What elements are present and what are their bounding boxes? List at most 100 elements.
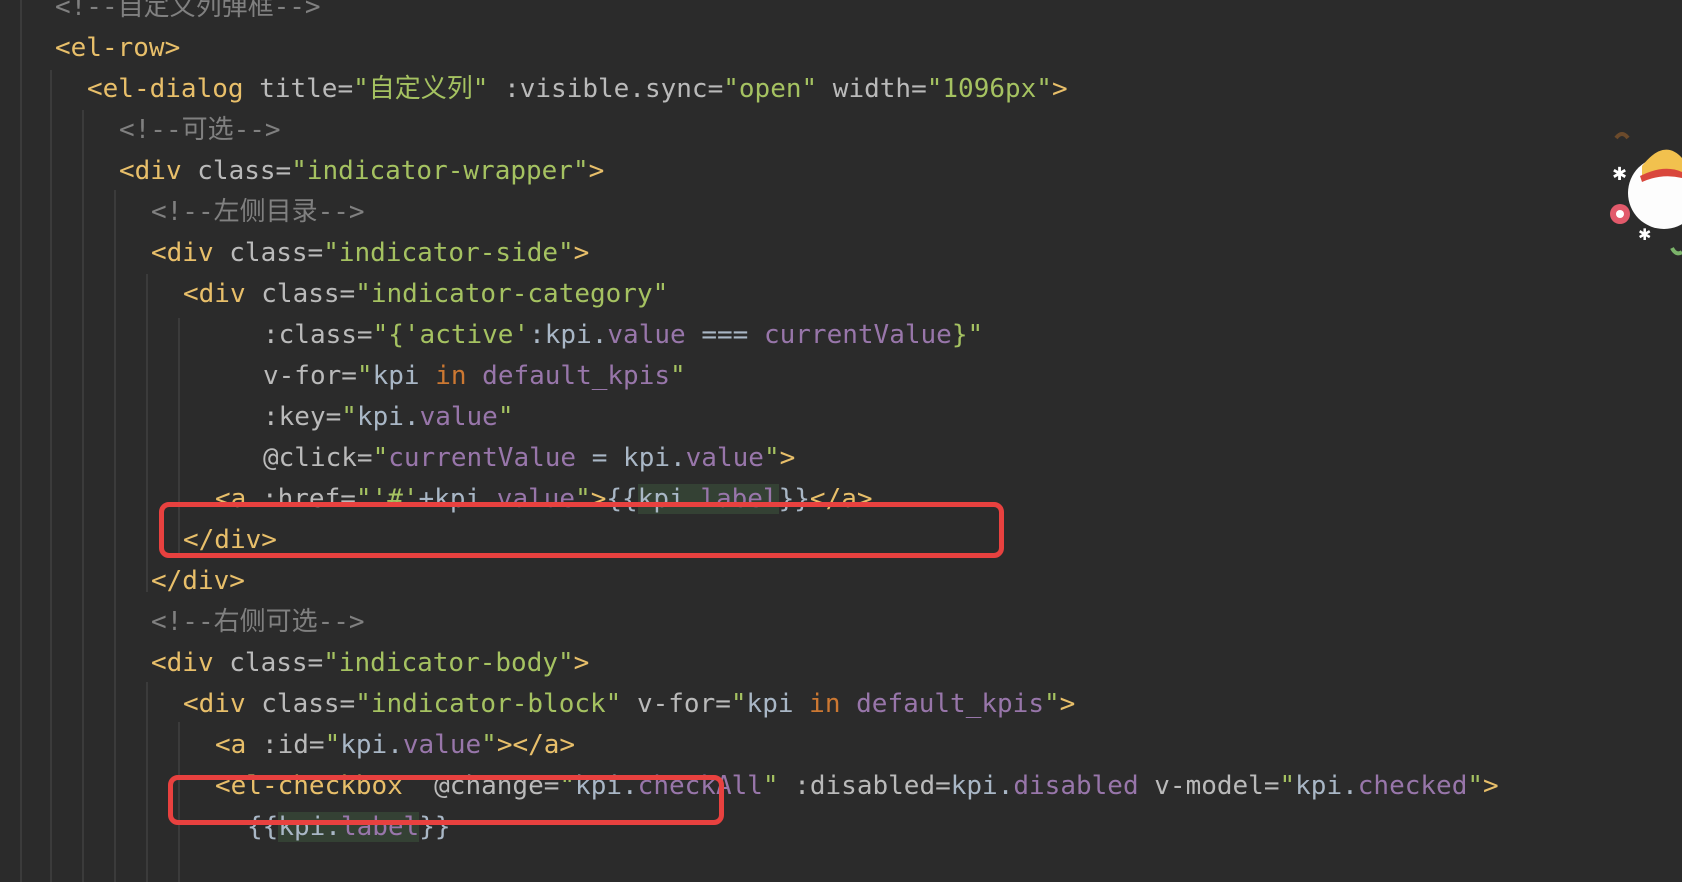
code-line[interactable]: <!--左侧目录-->: [151, 190, 365, 234]
code-token: <a: [215, 730, 262, 760]
code-token: <el-row>: [55, 33, 181, 63]
code-token: title=: [259, 74, 354, 104]
code-token: v-for=: [621, 689, 731, 719]
code-token: currentValue: [388, 443, 577, 473]
code-token: = kpi.: [576, 443, 686, 473]
code-line[interactable]: @click="currentValue = kpi.value">: [263, 436, 795, 480]
code-token: ": [481, 730, 497, 760]
code-token: kpi.: [356, 402, 420, 432]
code-token: >: [1483, 771, 1499, 801]
code-token: class=: [261, 279, 356, 309]
code-token: <!--右侧可选-->: [151, 607, 365, 637]
code-line[interactable]: <div class="indicator-side">: [151, 231, 589, 275]
code-token: <el-dialog: [87, 74, 260, 104]
code-editor[interactable]: <!--自定义列弹框--> <el-row> <el-dialog title="自…: [0, 0, 1682, 882]
code-token: >: [1059, 689, 1076, 719]
code-token: v-model=: [1138, 771, 1280, 801]
code-token: ": [372, 443, 389, 473]
code-line[interactable]: :class="{'active':kpi.value === currentV…: [263, 313, 983, 357]
code-token: :id=: [261, 730, 325, 760]
code-lines[interactable]: <!--自定义列弹框--> <el-row> <el-dialog title="自…: [0, 0, 1682, 882]
code-line[interactable]: <div class="indicator-category": [183, 272, 668, 316]
code-token: in: [435, 361, 467, 391]
code-token: ": [730, 689, 747, 719]
code-line[interactable]: v-for="kpi in default_kpis": [263, 354, 686, 398]
code-token: in: [809, 689, 841, 719]
code-line[interactable]: </div>: [151, 559, 245, 603]
code-token: kpi.: [340, 730, 403, 760]
code-line[interactable]: <!--可选-->: [119, 108, 281, 152]
code-line[interactable]: <!--自定义列弹框-->: [55, 0, 321, 29]
highlight-box-anchor-id: [168, 775, 724, 825]
indent-guide: [20, 0, 22, 882]
code-token: ": [670, 361, 686, 391]
code-token: kpi.: [950, 771, 1014, 801]
code-token: "indicator-category": [355, 279, 669, 309]
code-line[interactable]: <div class="indicator-wrapper">: [119, 149, 604, 193]
code-token: "1096px": [926, 74, 1052, 104]
code-token: ": [324, 730, 341, 760]
code-token: :kpi.: [529, 320, 608, 350]
code-line[interactable]: <el-dialog title="自定义列" :visible.sync="o…: [87, 67, 1068, 111]
code-token: }": [951, 320, 984, 350]
code-token: ></a>: [496, 730, 576, 760]
code-token: ": [341, 402, 357, 432]
code-token: 'active': [403, 320, 530, 350]
code-token: "indicator-side": [323, 238, 574, 268]
code-token: class=: [197, 156, 292, 186]
code-token: default_kpis: [840, 689, 1044, 719]
code-token: ": [1279, 771, 1296, 801]
code-token: >: [573, 648, 590, 678]
code-token: <div: [151, 648, 230, 678]
code-token: ": [762, 771, 779, 801]
code-token: <!--自定义列弹框-->: [55, 0, 321, 22]
code-token: value: [402, 730, 482, 760]
code-token: :visible.sync=: [488, 74, 724, 104]
indent-guide: [50, 70, 52, 882]
code-token: </div>: [151, 566, 245, 596]
code-token: "{: [372, 320, 404, 350]
code-token: "自定义列": [353, 74, 489, 104]
anime-mascot-icon: ✱ ✱: [1610, 132, 1682, 256]
code-token: checked: [1357, 771, 1468, 801]
indent-guide: [82, 110, 84, 882]
code-token: ": [497, 402, 514, 432]
code-token: ": [1043, 689, 1060, 719]
code-token: width=: [817, 74, 927, 104]
svg-text:✱: ✱: [1612, 164, 1627, 185]
code-token: v-for=: [263, 361, 357, 391]
code-token: >: [588, 156, 605, 186]
code-token: kpi: [746, 689, 810, 719]
code-token: <div: [151, 238, 230, 268]
code-token: default_kpis: [466, 361, 671, 391]
code-line[interactable]: <!--右侧可选-->: [151, 600, 365, 644]
code-token: "indicator-block": [355, 689, 622, 719]
code-token: value: [685, 443, 764, 473]
code-token: ": [356, 361, 373, 391]
svg-text:✱: ✱: [1638, 225, 1651, 244]
code-token: disabled: [1013, 771, 1139, 801]
code-token: currentValue: [763, 320, 952, 350]
code-line[interactable]: <a :id="kpi.value"></a>: [215, 723, 575, 767]
indent-guide: [146, 274, 148, 592]
code-token: kpi.: [1295, 771, 1358, 801]
code-token: "indicator-body": [323, 648, 574, 678]
code-line[interactable]: <div class="indicator-block" v-for="kpi …: [183, 682, 1075, 726]
code-token: <div: [183, 279, 262, 309]
code-token: "open": [723, 74, 818, 104]
code-token: ": [763, 443, 780, 473]
code-token: value: [419, 402, 498, 432]
code-token: @click=: [263, 443, 373, 473]
code-line[interactable]: :key="kpi.value": [263, 395, 514, 439]
code-line[interactable]: <div class="indicator-body">: [151, 641, 589, 685]
indent-guide: [146, 682, 148, 882]
code-token: class=: [229, 238, 324, 268]
code-token: ===: [685, 320, 764, 350]
indent-guide: [114, 190, 116, 882]
code-token: "indicator-wrapper": [291, 156, 589, 186]
highlight-box-anchor-link: [159, 502, 1004, 558]
code-token: <!--左侧目录-->: [151, 197, 365, 227]
code-token: <div: [183, 689, 262, 719]
code-token: :class=: [263, 320, 373, 350]
code-line[interactable]: <el-row>: [55, 26, 180, 70]
